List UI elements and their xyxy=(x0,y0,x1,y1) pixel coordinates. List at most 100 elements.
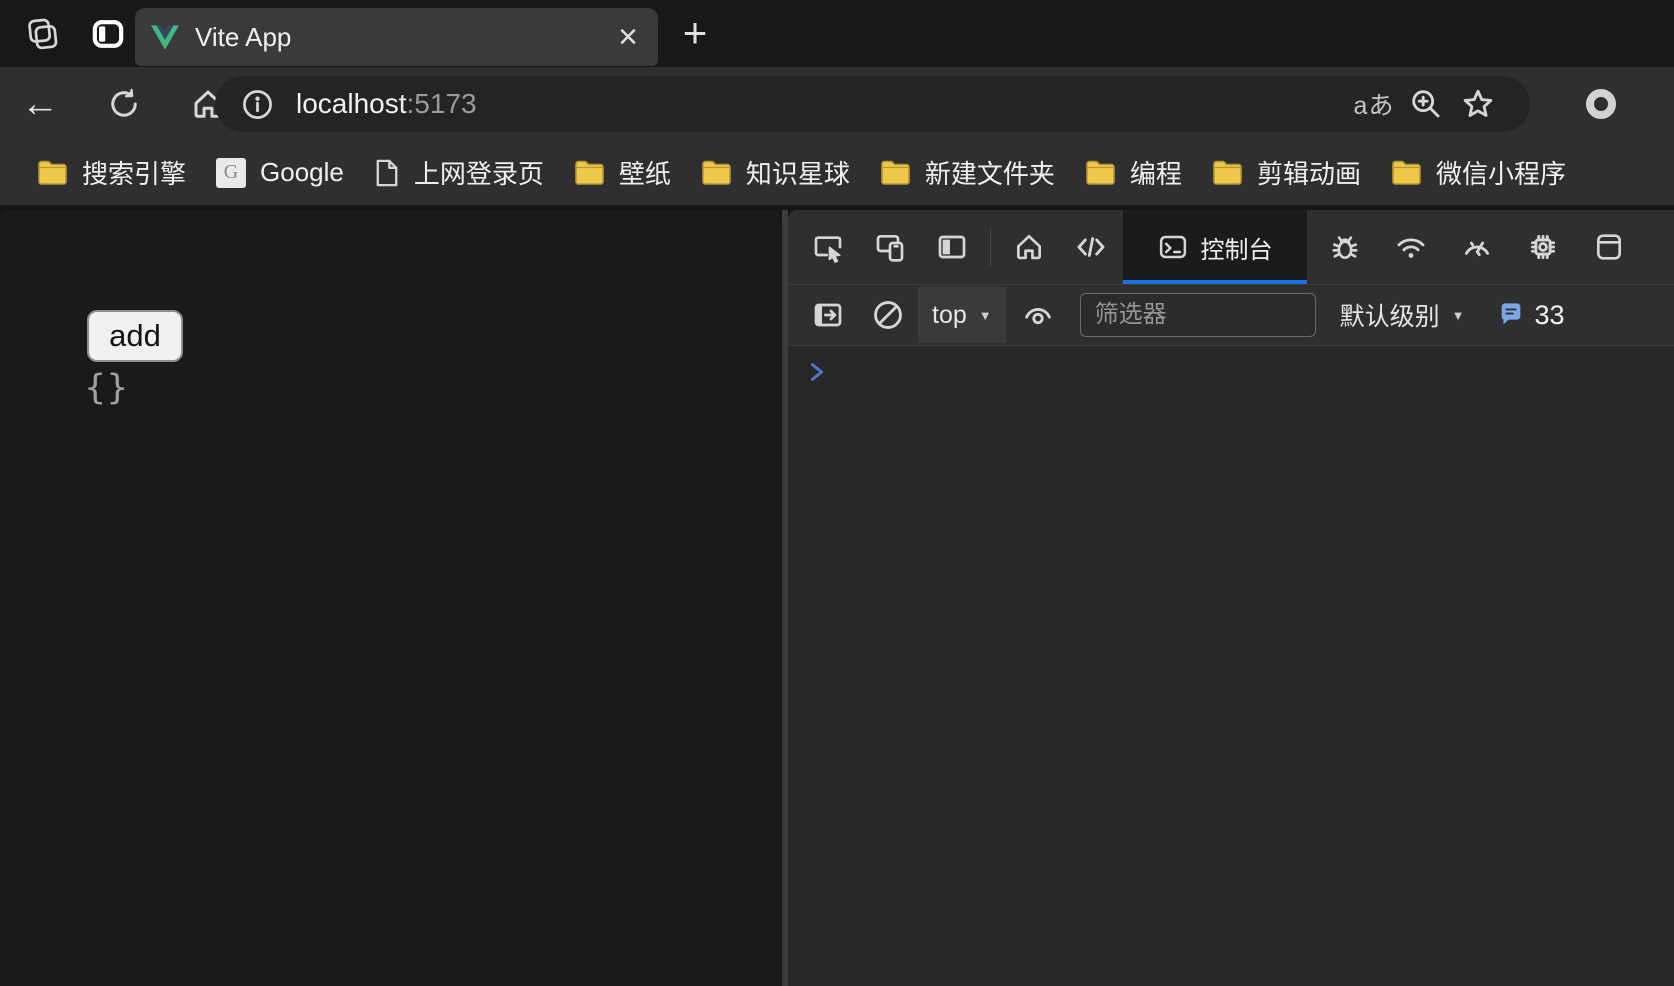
profile-avatar[interactable] xyxy=(1586,89,1616,119)
tab-console-active[interactable]: 控制台 xyxy=(1123,210,1307,284)
tab-welcome[interactable] xyxy=(1005,223,1053,271)
bookmark-label: 编程 xyxy=(1130,154,1182,191)
bookmark-folder-wechat-miniprogram[interactable]: 微信小程序 xyxy=(1376,146,1581,199)
folder-icon xyxy=(701,160,732,186)
log-levels-dropdown[interactable]: 默认级别 ▼ xyxy=(1340,297,1465,333)
tab-stacks-icon[interactable] xyxy=(22,14,62,54)
live-expression-button[interactable] xyxy=(1014,291,1062,339)
code-brackets-icon xyxy=(1074,230,1108,264)
folder-icon xyxy=(1212,160,1243,186)
application-window-icon xyxy=(1593,231,1625,263)
tab-performance[interactable] xyxy=(1453,223,1501,271)
inspect-element-button[interactable] xyxy=(804,223,852,271)
bookmark-label: Google xyxy=(260,157,344,188)
zoom-button[interactable] xyxy=(1400,80,1452,128)
site-info-icon[interactable] xyxy=(241,88,274,121)
url-bar[interactable]: localhost:5173 aあ xyxy=(215,76,1530,132)
console-message-count[interactable]: 33 xyxy=(1497,300,1565,331)
bookmark-label: 新建文件夹 xyxy=(925,154,1055,191)
chevron-down-icon: ▼ xyxy=(1452,308,1465,323)
message-bubble-icon xyxy=(1497,301,1525,329)
bookmark-google[interactable]: G Google xyxy=(201,149,359,196)
bookmark-folder-programming[interactable]: 编程 xyxy=(1070,146,1197,199)
bug-icon xyxy=(1329,231,1361,263)
bookmark-label: 知识星球 xyxy=(746,154,850,191)
google-favicon-icon: G xyxy=(216,158,246,188)
toolbar-separator xyxy=(990,228,991,266)
bookmark-label: 上网登录页 xyxy=(414,154,544,191)
url-host: localhost xyxy=(296,88,407,119)
vue-logo-icon xyxy=(151,25,179,50)
back-button[interactable]: ← xyxy=(16,80,64,128)
tab-title: Vite App xyxy=(195,22,614,53)
tab-memory[interactable] xyxy=(1519,223,1567,271)
add-button[interactable]: add xyxy=(87,310,183,362)
console-prompt-icon xyxy=(806,360,828,384)
eye-icon xyxy=(1021,298,1055,332)
tab-close-icon[interactable]: × xyxy=(614,20,642,54)
sidebar-toggle-icon[interactable] xyxy=(88,14,128,54)
bookmark-folder-zhishixingqiu[interactable]: 知识星球 xyxy=(686,146,865,199)
bookmark-star-button[interactable] xyxy=(1452,80,1504,128)
folder-icon xyxy=(37,160,68,186)
device-toolbar-button[interactable] xyxy=(866,223,914,271)
bookmark-folder-wallpaper[interactable]: 壁纸 xyxy=(559,146,686,199)
devtools-toolbar: 控制台 xyxy=(788,210,1674,285)
reload-button[interactable] xyxy=(100,80,148,128)
console-sidebar-button[interactable] xyxy=(804,291,852,339)
folder-icon xyxy=(574,160,605,186)
page-icon xyxy=(374,158,400,188)
main-area: add {} xyxy=(0,205,1674,986)
element-picker-icon xyxy=(812,231,844,263)
browser-navbar: ← localhost:5173 aあ xyxy=(0,67,1674,140)
bookmark-label: 壁纸 xyxy=(619,154,671,191)
folder-icon xyxy=(1085,160,1116,186)
reload-icon xyxy=(106,86,142,122)
devtools-panel: 控制台 xyxy=(788,210,1674,986)
zoom-in-icon xyxy=(1409,87,1443,121)
url-port: :5173 xyxy=(407,88,477,119)
bookmark-folder-new-folder[interactable]: 新建文件夹 xyxy=(865,146,1070,199)
active-tab-underline xyxy=(1123,280,1307,284)
object-preview-text: {} xyxy=(84,368,129,408)
new-tab-button[interactable]: + xyxy=(672,10,718,56)
browser-titlebar: Vite App × + xyxy=(0,0,1674,67)
folder-icon xyxy=(880,160,911,186)
bookmark-label: 微信小程序 xyxy=(1436,154,1566,191)
responsive-devices-icon xyxy=(874,231,906,263)
console-icon xyxy=(1158,232,1188,262)
browser-tab[interactable]: Vite App × xyxy=(135,8,658,66)
tab-application[interactable] xyxy=(1585,223,1633,271)
console-output-area[interactable] xyxy=(788,345,1674,986)
context-value: top xyxy=(932,301,967,330)
web-content: add {} xyxy=(0,210,782,986)
tab-elements[interactable] xyxy=(1067,223,1115,271)
console-toolbar: top ▼ 默认级别 ▼ 33 xyxy=(788,285,1674,345)
folder-icon xyxy=(1391,160,1422,186)
console-sidebar-icon xyxy=(812,299,844,331)
wifi-icon xyxy=(1394,230,1428,264)
console-tab-label: 控制台 xyxy=(1201,230,1273,265)
translate-icon: aあ xyxy=(1354,86,1395,122)
levels-label: 默认级别 xyxy=(1340,297,1440,333)
tab-network[interactable] xyxy=(1387,223,1435,271)
bookmark-folder-video-editing[interactable]: 剪辑动画 xyxy=(1197,146,1376,199)
translate-button[interactable]: aあ xyxy=(1348,80,1400,128)
devtools-tab-icons xyxy=(1321,210,1633,284)
console-filter-input[interactable] xyxy=(1080,293,1316,337)
bookmark-login-page[interactable]: 上网登录页 xyxy=(359,146,559,199)
javascript-context-selector[interactable]: top ▼ xyxy=(918,287,1006,343)
url-text: localhost:5173 xyxy=(296,88,1348,120)
clear-console-button[interactable] xyxy=(864,291,912,339)
dock-left-icon xyxy=(936,231,968,263)
dock-side-button[interactable] xyxy=(928,223,976,271)
bookmarks-bar: 搜索引擎 G Google 上网登录页 壁纸 知识星球 新建文件夹 编程 剪辑动… xyxy=(0,140,1674,205)
tab-sources[interactable] xyxy=(1321,223,1369,271)
clear-icon xyxy=(871,298,905,332)
home-icon xyxy=(1013,231,1045,263)
bookmark-label: 搜索引擎 xyxy=(82,154,186,191)
chevron-down-icon: ▼ xyxy=(979,308,992,323)
bookmark-folder-search-engines[interactable]: 搜索引擎 xyxy=(22,146,201,199)
performance-gauge-icon xyxy=(1460,230,1494,264)
bookmark-label: 剪辑动画 xyxy=(1257,154,1361,191)
